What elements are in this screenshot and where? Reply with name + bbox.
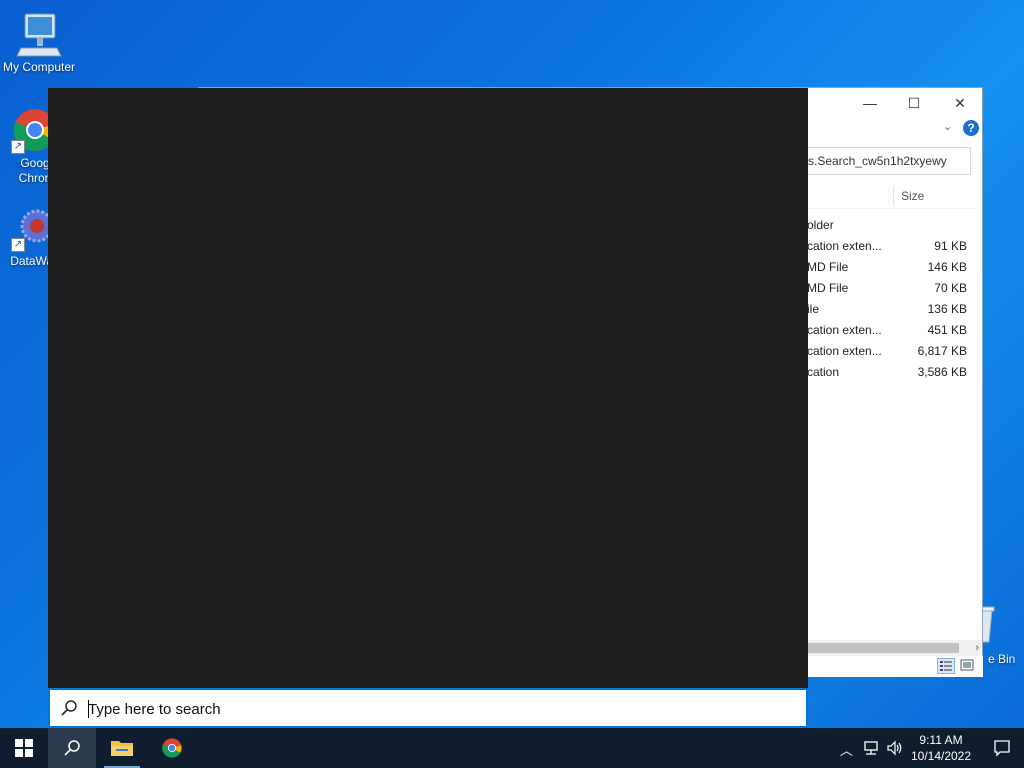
desktop-icon-my-computer[interactable]: My Computer: [1, 10, 77, 75]
address-text: s.Search_cw5n1h2txyewy: [808, 154, 947, 168]
status-bar: [799, 656, 983, 677]
file-size: 91 KB: [934, 239, 967, 253]
file-type: cation exten...: [807, 323, 882, 337]
column-divider[interactable]: [893, 186, 894, 206]
shortcut-arrow-icon: ↗: [11, 238, 25, 252]
file-row[interactable]: ile 136 KB: [799, 299, 971, 320]
taskbar-search-button[interactable]: [48, 728, 96, 768]
desktop-icon-label: My Computer: [2, 60, 76, 74]
network-icon[interactable]: [862, 740, 880, 756]
file-type: MD File: [807, 281, 849, 295]
search-icon: [64, 740, 80, 756]
file-row[interactable]: cation exten... 6,817 KB: [799, 341, 971, 362]
start-button[interactable]: [0, 728, 48, 768]
file-type: older: [807, 218, 834, 232]
file-type: MD File: [807, 260, 849, 274]
file-row[interactable]: MD File 70 KB: [799, 278, 971, 299]
column-header-size[interactable]: Size: [901, 189, 924, 203]
search-icon: [61, 700, 77, 716]
file-row[interactable]: cation exten... 451 KB: [799, 320, 971, 341]
file-row[interactable]: older: [799, 215, 971, 236]
file-size: 3,586 KB: [917, 365, 967, 379]
file-size: 70 KB: [934, 281, 967, 295]
notification-icon: [994, 740, 1010, 757]
close-button[interactable]: ✕: [937, 90, 983, 116]
large-icons-view-button[interactable]: [959, 658, 977, 674]
ribbon-expand-chevron-icon[interactable]: ⌄: [943, 120, 952, 133]
desktop-icon-label: e Bin: [988, 652, 1016, 666]
address-bar[interactable]: s.Search_cw5n1h2txyewy: [799, 147, 971, 175]
minimize-button[interactable]: —: [847, 90, 893, 116]
horizontal-scrollbar[interactable]: ›: [799, 640, 981, 656]
details-view-button[interactable]: [937, 658, 955, 674]
file-row[interactable]: MD File 146 KB: [799, 257, 971, 278]
taskbar-search-box[interactable]: [48, 688, 808, 728]
file-size: 136 KB: [927, 302, 967, 316]
desktop: My Computer ↗ Goog Chron ↗ DataWag e Bin…: [0, 0, 1024, 728]
search-results-panel: [48, 88, 808, 688]
large-icons-view-icon: [960, 659, 974, 671]
minimize-icon: —: [863, 95, 877, 111]
close-icon: ✕: [954, 95, 966, 111]
volume-icon[interactable]: [886, 740, 904, 756]
folder-icon: [111, 741, 133, 756]
system-clock[interactable]: 9:11 AM 10/14/2022: [906, 732, 976, 764]
help-button[interactable]: ?: [963, 120, 979, 136]
taskbar-file-explorer-button[interactable]: [98, 728, 146, 768]
file-size: 451 KB: [927, 323, 967, 337]
chrome-icon: [162, 738, 182, 758]
clock-date: 10/14/2022: [910, 749, 972, 763]
maximize-icon: ☐: [907, 95, 921, 111]
details-view-icon: [940, 661, 952, 671]
maximize-button[interactable]: ☐: [891, 90, 937, 116]
show-hidden-icons-chevron-icon[interactable]: ︿: [840, 740, 853, 759]
file-size: 6,817 KB: [917, 344, 967, 358]
scrollbar-thumb[interactable]: [799, 643, 959, 653]
column-header-row: Size: [799, 184, 975, 209]
taskbar-chrome-button[interactable]: [148, 728, 196, 768]
file-type: cation exten...: [807, 344, 882, 358]
windows-logo-icon: [15, 739, 33, 757]
file-row[interactable]: cation 3,586 KB: [799, 362, 971, 383]
scroll-right-arrow-icon[interactable]: ›: [975, 640, 979, 656]
help-icon: ?: [967, 121, 975, 135]
computer-icon: [15, 10, 63, 58]
clock-time: 9:11 AM: [919, 733, 963, 747]
taskbar: ︿ 9:11 AM 10/14/2022: [0, 728, 1024, 768]
file-size: 146 KB: [927, 260, 967, 274]
shortcut-arrow-icon: ↗: [11, 140, 25, 154]
file-type: cation exten...: [807, 239, 882, 253]
file-type: cation: [807, 365, 840, 379]
search-input[interactable]: [86, 696, 790, 722]
file-row[interactable]: cation exten... 91 KB: [799, 236, 971, 257]
action-center-button[interactable]: [980, 728, 1024, 768]
text-caret: [88, 700, 89, 718]
file-type: ile: [807, 302, 820, 316]
